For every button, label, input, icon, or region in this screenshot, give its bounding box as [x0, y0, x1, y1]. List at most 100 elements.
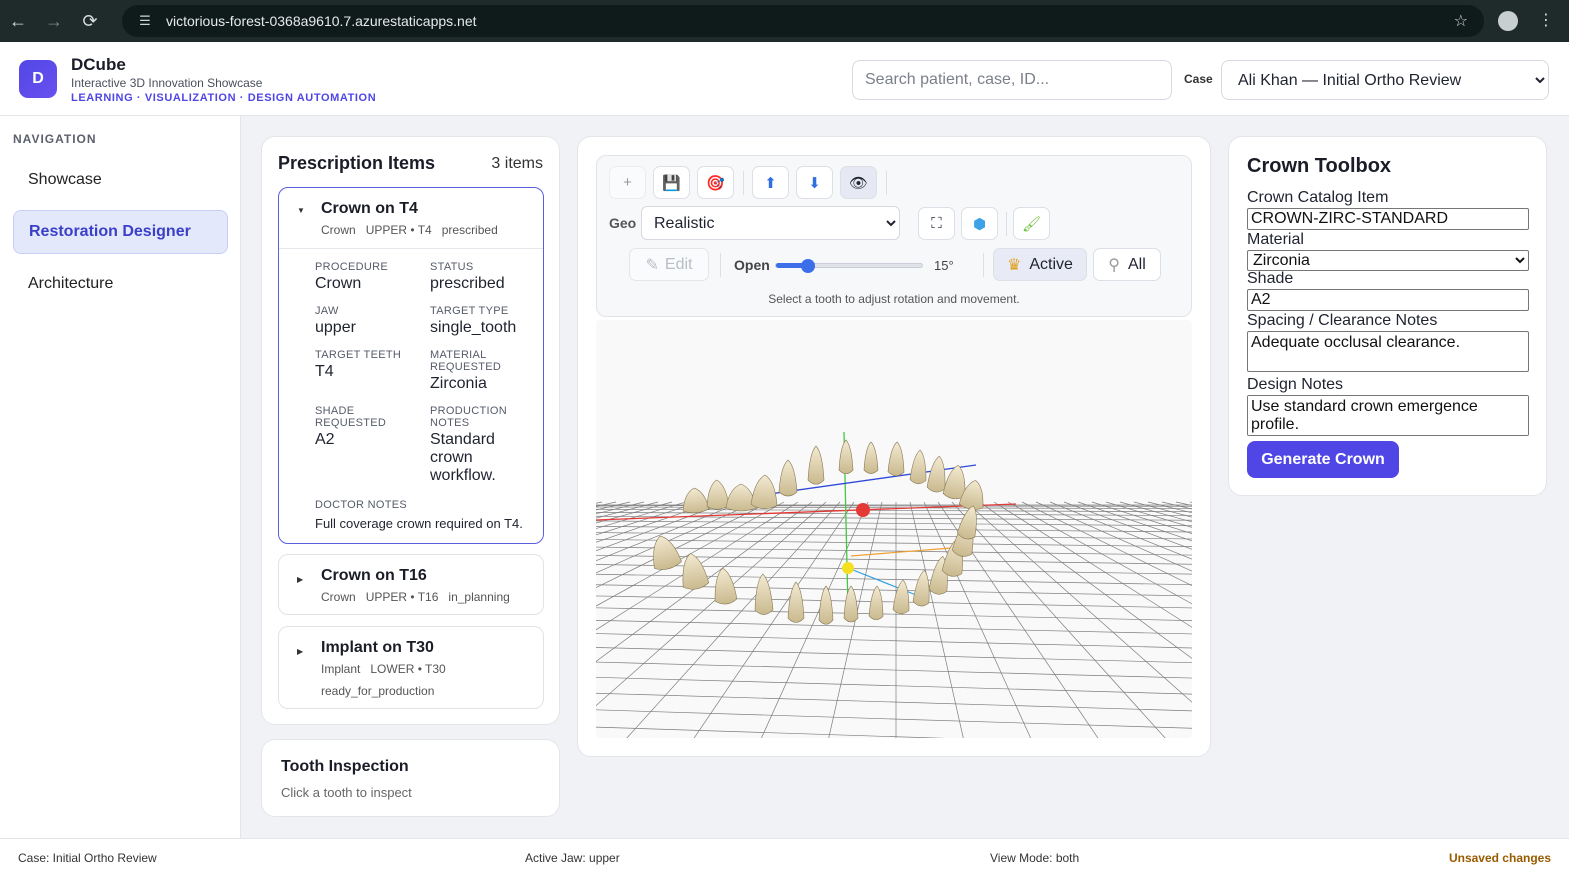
case-label: Case: [1184, 72, 1213, 86]
tooth[interactable]: [712, 567, 738, 605]
tooth[interactable]: [807, 445, 825, 485]
browser-menu-icon[interactable]: ⋮: [1538, 10, 1554, 30]
toolbar-divider: [983, 253, 984, 277]
tooth[interactable]: [838, 439, 854, 475]
tooth[interactable]: [818, 585, 834, 625]
reload-icon[interactable]: ⟳: [72, 0, 108, 42]
prescription-item-crown-t4[interactable]: ▼ Crown on T4 Crown UPPER • T4 prescribe…: [278, 187, 544, 544]
address-bar[interactable]: ☰ victorious-forest-0368a9610.7.azuresta…: [122, 5, 1484, 37]
production-line2: crown: [430, 449, 473, 466]
prescription-count: 3 items: [491, 155, 543, 172]
back-icon[interactable]: ←: [0, 0, 36, 42]
edit-label: Edit: [664, 255, 693, 273]
status-bar: Case: Initial Ortho Review Active Jaw: u…: [0, 838, 1569, 874]
prescription-item-meta: Implant LOWER • T30: [321, 662, 446, 676]
brush-icon[interactable]: 🖌: [1013, 207, 1050, 240]
spacing-label: Spacing / Clearance Notes: [1247, 312, 1438, 329]
prescription-item-meta: Crown UPPER • T16 in_planning: [321, 590, 510, 604]
item-location: UPPER • T4: [365, 223, 432, 237]
sidebar-item-showcase[interactable]: Showcase: [13, 158, 228, 202]
bookmark-star-icon[interactable]: ☆: [1454, 11, 1468, 31]
tooth[interactable]: [909, 449, 928, 485]
prescription-item-implant-t30[interactable]: ▶ Implant on T30 Implant LOWER • T30 rea…: [278, 626, 544, 709]
geo-label: Geo: [609, 215, 637, 231]
add-icon[interactable]: +: [609, 166, 646, 199]
material-select[interactable]: Zirconia: [1247, 250, 1529, 271]
prescription-item-name: Crown on T16: [321, 567, 427, 584]
target-type-label: TARGET TYPE: [430, 305, 509, 317]
fit-view-icon[interactable]: ⛶: [918, 207, 955, 240]
tooth-inspection-panel: Tooth Inspection Click a tooth to inspec…: [261, 739, 560, 817]
tooth[interactable]: [892, 579, 911, 615]
status-unsaved-changes: Unsaved changes: [1448, 851, 1551, 865]
item-location: LOWER • T30: [370, 662, 446, 676]
3d-viewport[interactable]: [596, 320, 1192, 738]
movement-pivot-handle[interactable]: [842, 562, 854, 574]
design-notes-textarea[interactable]: Use standard crown emergence profile.: [1247, 395, 1529, 436]
all-jaws-button[interactable]: ⚲ All: [1093, 248, 1161, 281]
prescription-items-panel: Prescription Items 3 items ▼ Crown on T4…: [261, 136, 560, 725]
sidebar-item-restoration-designer[interactable]: Restoration Designer: [13, 210, 228, 254]
item-location: UPPER • T16: [365, 590, 439, 604]
production-line1: Standard: [430, 431, 495, 448]
forward-icon[interactable]: →: [36, 0, 72, 42]
open-slider[interactable]: [775, 259, 923, 273]
case-select[interactable]: Ali Khan — Initial Ortho Review: [1221, 60, 1549, 100]
tooth-icon: ⚲: [1108, 256, 1120, 274]
shade-label-line2: REQUESTED: [315, 417, 387, 429]
brand-logo: D: [19, 60, 57, 98]
viewer-panel: + 💾 🎯 ⬆ ⬇ 👁 Geo Realistic ⛶ ⬢ 🖌 ✎ Edit O…: [577, 136, 1211, 757]
profile-avatar-icon[interactable]: [1498, 11, 1518, 31]
active-label: Active: [1029, 255, 1073, 273]
active-jaw-button[interactable]: ♛ Active: [993, 248, 1087, 281]
tooth[interactable]: [750, 474, 778, 510]
prescription-item-crown-t16[interactable]: ▶ Crown on T16 Crown UPPER • T16 in_plan…: [278, 554, 544, 615]
brand-name: DCube: [71, 55, 126, 74]
tooth[interactable]: [778, 459, 798, 497]
geometry-select[interactable]: Realistic: [641, 206, 900, 240]
move-down-icon[interactable]: ⬇: [796, 166, 833, 199]
material-label-line2: REQUESTED: [430, 361, 502, 373]
shade-input[interactable]: [1247, 289, 1529, 311]
tooth[interactable]: [681, 487, 710, 514]
move-up-icon[interactable]: ⬆: [752, 166, 789, 199]
caret-right-icon[interactable]: ▶: [297, 647, 303, 656]
3d-scene[interactable]: [596, 320, 1192, 738]
open-slider-handle[interactable]: [801, 259, 816, 273]
address-url[interactable]: victorious-forest-0368a9610.7.azurestati…: [166, 13, 477, 29]
prescription-item-header[interactable]: ▼ Crown on T4 Crown UPPER • T4 prescribe…: [279, 188, 543, 248]
production-notes-value: Standard crown workflow.: [430, 431, 496, 485]
rotation-pivot-handle[interactable]: [856, 503, 870, 517]
caret-right-icon[interactable]: ▶: [297, 575, 303, 584]
viewer-hint: Select a tooth to adjust rotation and mo…: [768, 292, 1020, 306]
spacing-notes-textarea[interactable]: Adequate occlusal clearance.: [1247, 331, 1529, 372]
tooth[interactable]: [725, 483, 757, 512]
upper-arch[interactable]: [681, 439, 987, 514]
catalog-item-input[interactable]: [1247, 208, 1529, 230]
prescription-item-name: Implant on T30: [321, 639, 434, 656]
target-icon[interactable]: 🎯: [697, 166, 734, 199]
caret-down-icon[interactable]: ▼: [297, 206, 305, 215]
tooth[interactable]: [706, 479, 730, 510]
edit-button[interactable]: ✎ Edit: [629, 248, 709, 281]
save-icon[interactable]: 💾: [653, 166, 690, 199]
tooth[interactable]: [754, 573, 774, 615]
jaw-label: JAW: [315, 305, 339, 317]
tooth[interactable]: [868, 585, 884, 621]
app-header: D DCube Interactive 3D Innovation Showca…: [0, 42, 1569, 116]
tooth[interactable]: [887, 441, 905, 477]
sidebar-item-architecture[interactable]: Architecture: [13, 262, 228, 306]
doctor-notes-value: Full coverage crown required on T4.: [315, 516, 523, 531]
search-input[interactable]: [852, 60, 1172, 100]
production-label-line2: NOTES: [430, 417, 470, 429]
cube-view-icon[interactable]: ⬢: [961, 207, 998, 240]
tooth-inspection-title: Tooth Inspection: [281, 758, 409, 775]
doctor-notes-label: DOCTOR NOTES: [315, 499, 408, 511]
site-settings-icon[interactable]: ☰: [130, 13, 160, 29]
production-label-line1: PRODUCTION: [430, 405, 507, 417]
status-label: STATUS: [430, 261, 474, 273]
tooth[interactable]: [863, 441, 879, 474]
generate-crown-button[interactable]: Generate Crown: [1247, 441, 1399, 478]
tooth[interactable]: [843, 585, 859, 623]
visibility-eye-icon[interactable]: 👁: [840, 166, 877, 199]
